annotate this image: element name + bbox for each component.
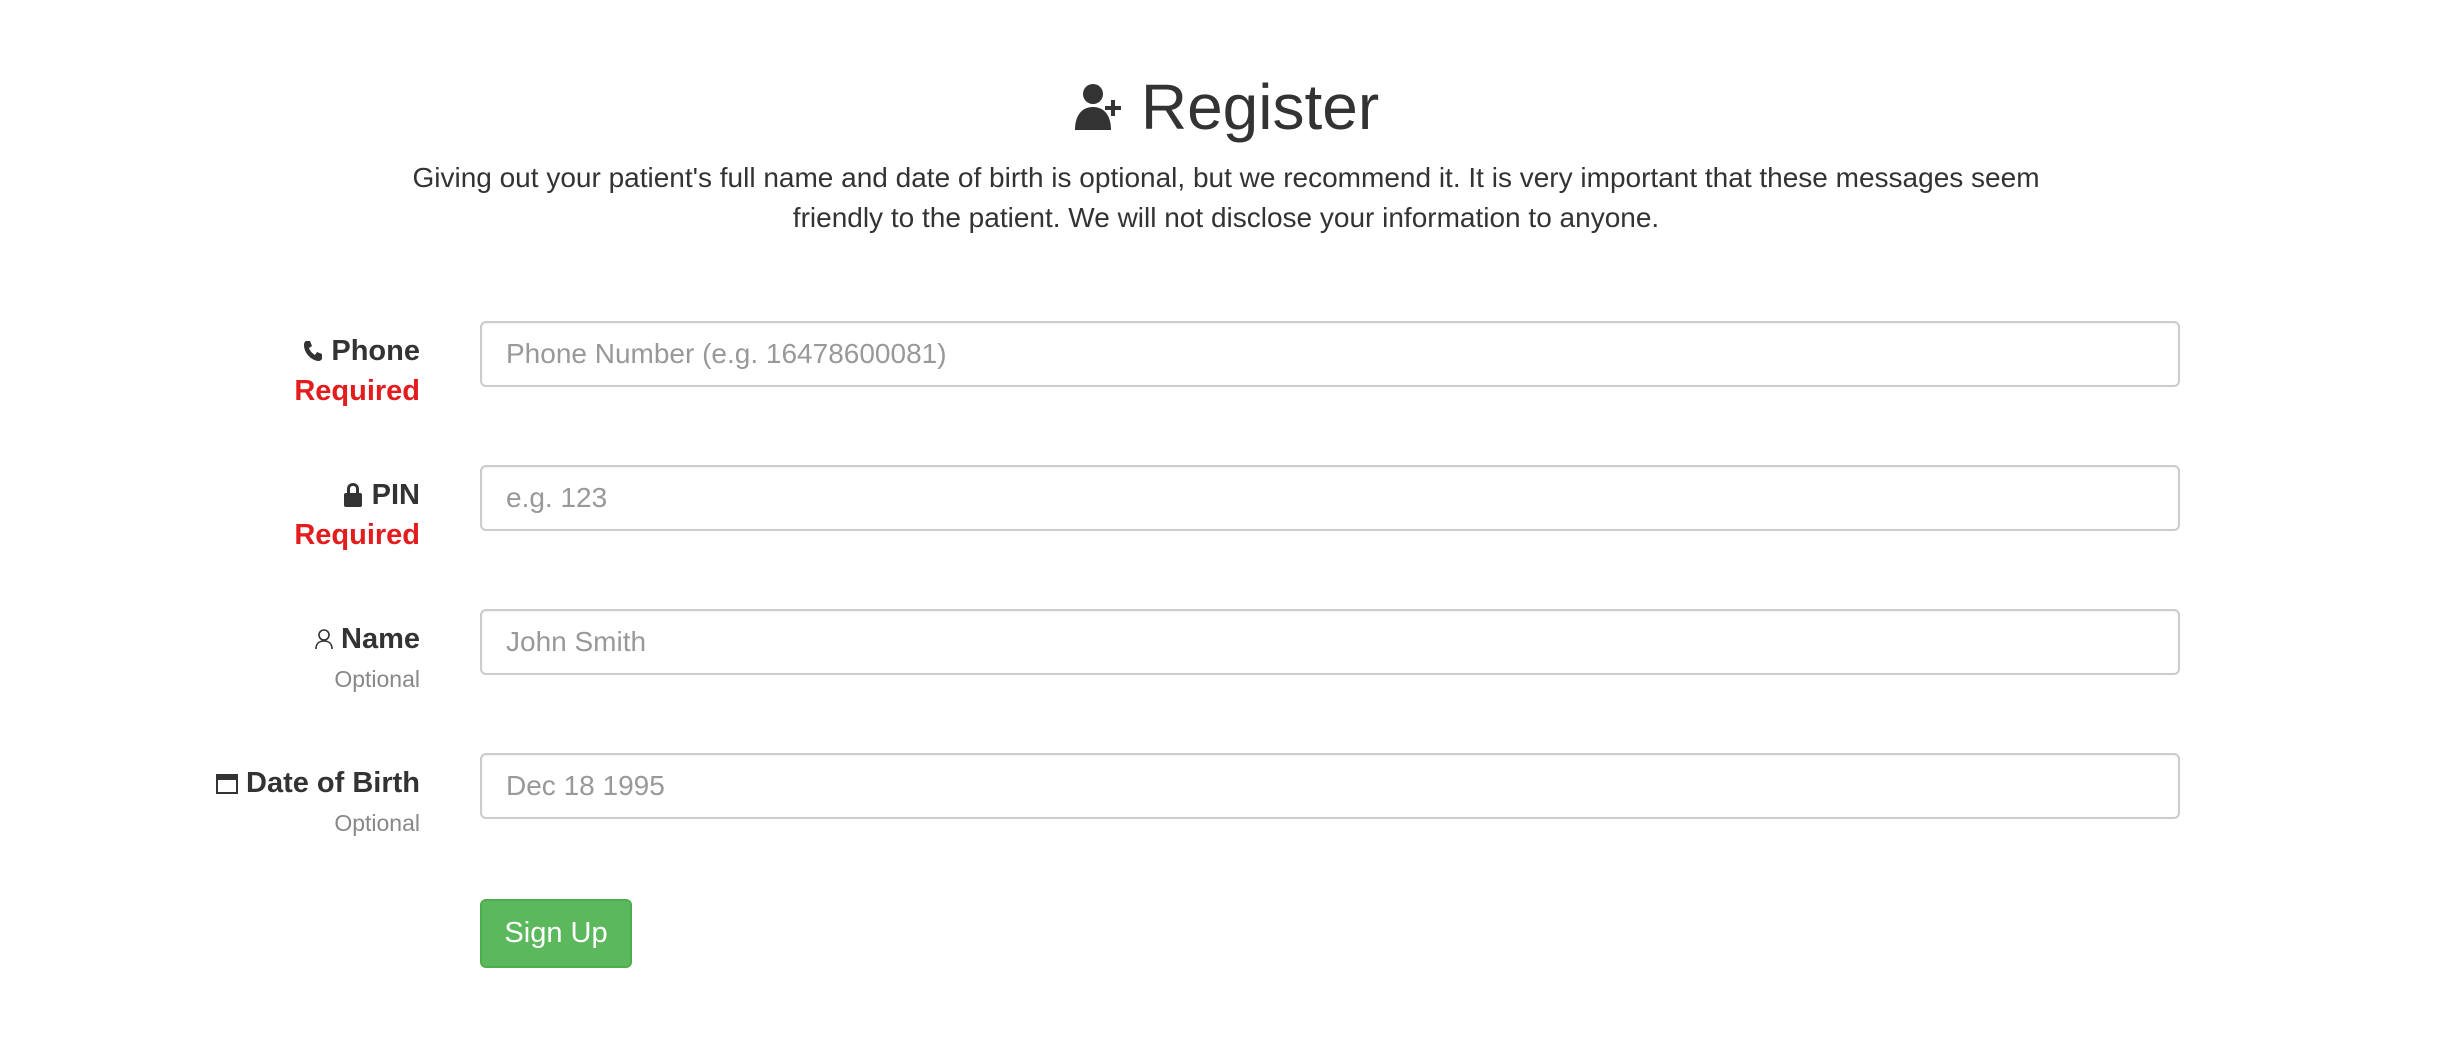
page-title: Register xyxy=(1073,62,1379,152)
user-icon xyxy=(315,629,333,650)
dob-input[interactable] xyxy=(480,753,2180,819)
dob-label: Date of Birth xyxy=(100,763,420,803)
name-label-group: Name Optional xyxy=(100,619,420,699)
page-description: Giving out your patient's full name and … xyxy=(412,162,2040,233)
pin-input[interactable] xyxy=(480,465,2180,531)
calendar-icon xyxy=(216,774,238,794)
phone-input[interactable] xyxy=(480,321,2180,387)
lock-icon xyxy=(343,483,362,507)
name-optional-label: Optional xyxy=(334,666,420,692)
dob-optional-label: Optional xyxy=(334,810,420,836)
phone-required-label: Required xyxy=(294,375,420,407)
pin-required-label: Required xyxy=(294,519,420,551)
phone-icon xyxy=(304,341,323,361)
phone-row: Phone Required xyxy=(0,321,2452,441)
name-label: Name xyxy=(100,619,420,659)
pin-label: PIN xyxy=(100,475,420,515)
phone-label-group: Phone Required xyxy=(100,331,420,411)
pin-label-group: PIN Required xyxy=(100,475,420,555)
page-title-text: Register xyxy=(1140,71,1380,143)
name-row: Name Optional xyxy=(0,609,2452,729)
dob-row: Date of Birth Optional xyxy=(0,753,2452,873)
pin-row: PIN Required xyxy=(0,465,2452,585)
sign-up-button[interactable]: Sign Up xyxy=(480,899,632,968)
add-user-icon xyxy=(1074,84,1121,130)
phone-label: Phone xyxy=(100,331,420,371)
page-header: Register xyxy=(0,62,2452,152)
dob-label-group: Date of Birth Optional xyxy=(100,763,420,843)
name-input[interactable] xyxy=(480,609,2180,675)
